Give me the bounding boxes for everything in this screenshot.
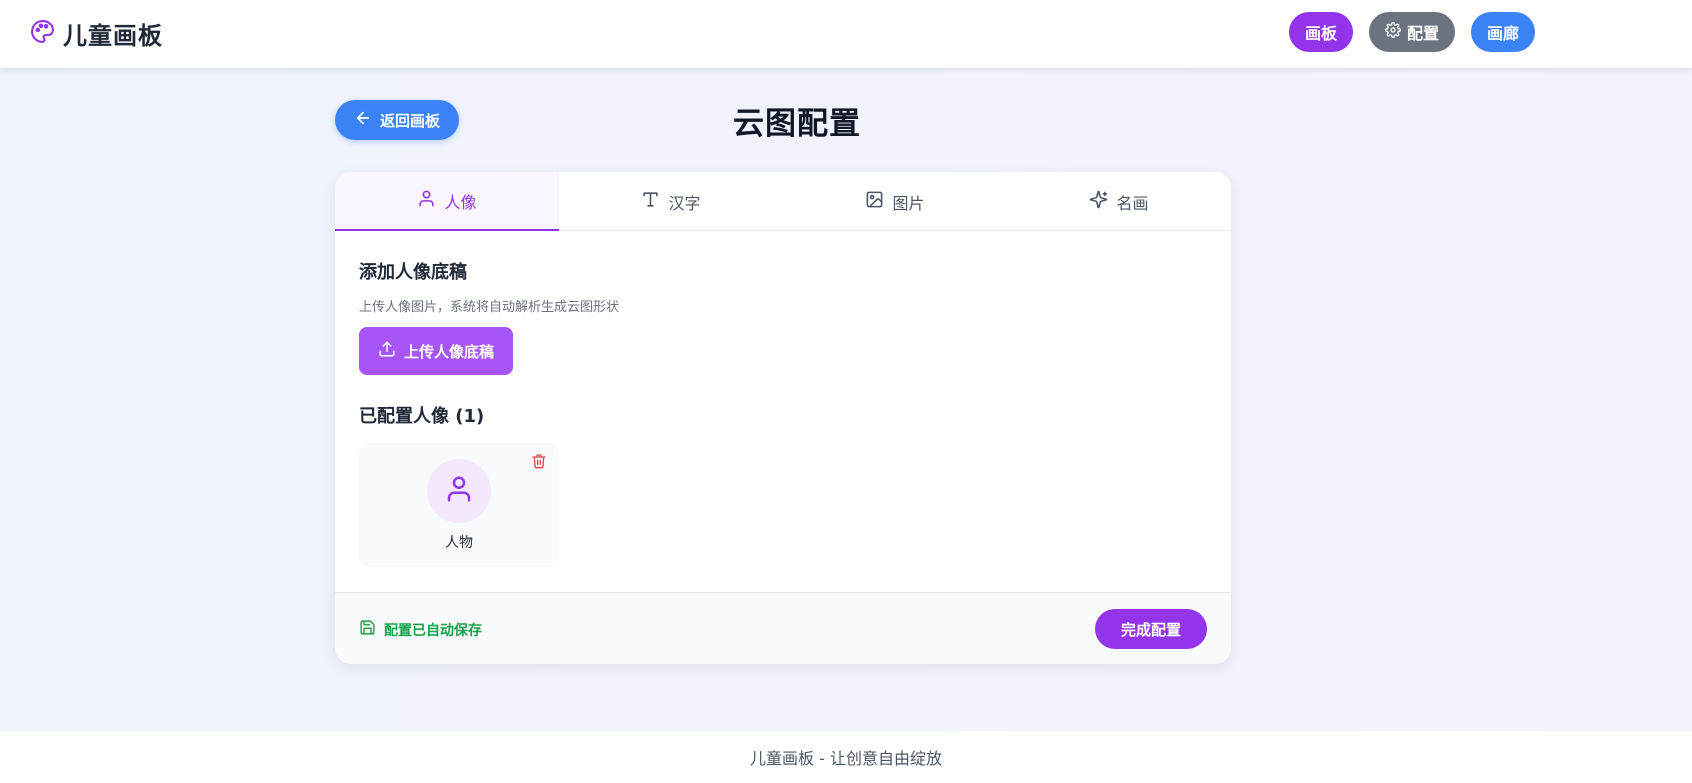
card-footer: 配置已自动保存 完成配置 [335, 592, 1231, 664]
tab-masterpieces[interactable]: 名画 [1007, 172, 1231, 231]
nav-gallery-label: 画廊 [1486, 24, 1519, 43]
tab-images-label: 图片 [892, 193, 925, 213]
tab-portrait[interactable]: 人像 [335, 172, 559, 231]
autosave-status: 配置已自动保存 [359, 619, 482, 640]
tab-characters[interactable]: 汉字 [559, 172, 783, 231]
config-card: 人像 汉字 图片 名画 添加人像底稿 上传人像图片，系统将自动解析生成云图形状 … [335, 172, 1231, 664]
upload-label: 上传人像底稿 [403, 342, 494, 361]
app-header: 儿童画板 画板 配置 画廊 [0, 0, 1692, 68]
user-icon [444, 474, 474, 508]
brand[interactable]: 儿童画板 [30, 16, 163, 51]
add-portrait-title: 添加人像底稿 [359, 262, 467, 283]
nav-board-button[interactable]: 画板 [1289, 12, 1353, 52]
finish-config-button[interactable]: 完成配置 [1095, 609, 1207, 649]
image-icon [865, 190, 884, 213]
footer-text: 儿童画板 - 让创意自由绽放 [750, 749, 942, 768]
page-title: 云图配置 [733, 106, 861, 142]
gear-icon [1385, 22, 1401, 42]
user-icon [417, 189, 436, 212]
tab-characters-label: 汉字 [668, 193, 701, 213]
sparkles-icon [1089, 190, 1108, 213]
add-portrait-desc: 上传人像图片，系统将自动解析生成云图形状 [359, 300, 620, 315]
palette-icon [30, 19, 55, 48]
upload-icon [378, 340, 396, 362]
tab-masterpieces-label: 名画 [1116, 193, 1149, 213]
portrait-item-label: 人物 [445, 535, 473, 551]
top-nav: 画板 配置 画廊 [1289, 12, 1535, 52]
trash-icon[interactable] [531, 453, 547, 469]
nav-config-button[interactable]: 配置 [1369, 12, 1455, 52]
portrait-avatar [427, 459, 491, 523]
save-icon [359, 619, 376, 640]
portrait-item-card[interactable]: 人物 [359, 443, 559, 567]
nav-board-label: 画板 [1304, 24, 1337, 43]
tab-bar: 人像 汉字 图片 名画 [335, 172, 1231, 231]
configured-portraits-title: 已配置人像 (1) [359, 406, 485, 427]
type-icon [641, 190, 660, 213]
upload-portrait-button[interactable]: 上传人像底稿 [359, 327, 513, 375]
tab-images[interactable]: 图片 [783, 172, 1007, 231]
brand-title: 儿童画板 [63, 22, 163, 50]
autosave-text: 配置已自动保存 [384, 622, 482, 639]
nav-config-label: 配置 [1406, 24, 1439, 43]
nav-gallery-button[interactable]: 画廊 [1471, 12, 1535, 52]
tab-portrait-label: 人像 [444, 192, 477, 212]
page-footer: 儿童画板 - 让创意自由绽放 [0, 731, 1692, 783]
